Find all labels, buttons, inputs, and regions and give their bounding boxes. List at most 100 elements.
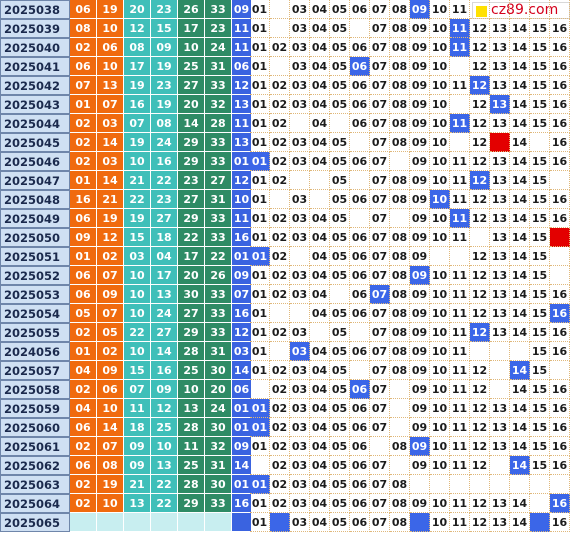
red-ball: 19: [151, 57, 178, 76]
trend-number: [450, 247, 470, 266]
trend-number: 05: [330, 19, 350, 38]
trend-number: 14: [510, 513, 530, 532]
trend-number: 08: [390, 266, 410, 285]
trend-number: 07: [370, 380, 390, 399]
trend-number: 06: [350, 190, 370, 209]
red-ball: 07: [97, 304, 124, 323]
blue-ball: 12: [232, 323, 252, 342]
trend-number: 09: [410, 323, 430, 342]
trend-number: 10: [430, 361, 450, 380]
trend-number-highlight: 14: [510, 361, 530, 380]
trend-number: 06: [350, 152, 370, 171]
red-ball: 06: [70, 57, 97, 76]
trend-number: 10: [430, 456, 450, 475]
red-ball: 10: [97, 19, 124, 38]
trend-number: 10: [430, 399, 450, 418]
trend-number: 08: [390, 323, 410, 342]
trend-number: 10: [430, 323, 450, 342]
trend-number: 12: [470, 133, 490, 152]
trend-number: 16: [550, 95, 570, 114]
trend-number: 04: [310, 399, 330, 418]
red-ball: 20: [205, 380, 232, 399]
trend-number: 01: [250, 38, 270, 57]
red-ball: [70, 513, 97, 532]
trend-marker-red: [550, 228, 570, 247]
trend-number: 01: [250, 437, 270, 456]
red-ball: 14: [97, 133, 124, 152]
trend-number: [550, 247, 570, 266]
trend-number: 02: [270, 247, 290, 266]
trend-number: 14: [510, 171, 530, 190]
trend-number: 10: [430, 513, 450, 532]
trend-number: 09: [410, 247, 430, 266]
red-ball: 05: [70, 304, 97, 323]
trend-number: 10: [430, 95, 450, 114]
trend-number: 11: [450, 190, 470, 209]
trend-number: 02: [270, 228, 290, 247]
trend-number: [390, 418, 410, 437]
trend-number: 11: [450, 437, 470, 456]
trend-number: 01: [250, 114, 270, 133]
red-ball: 04: [70, 399, 97, 418]
trend-number: 07: [370, 304, 390, 323]
issue-number: 2025054: [0, 304, 70, 323]
trend-number: [270, 57, 290, 76]
trend-number: 13: [490, 285, 510, 304]
red-ball: 16: [70, 190, 97, 209]
trend-number: 12: [470, 190, 490, 209]
red-ball: 29: [178, 494, 205, 513]
red-ball: 23: [178, 171, 205, 190]
trend-number: 14: [510, 76, 530, 95]
blue-ball: 01: [232, 399, 252, 418]
blue-ball: 03: [232, 342, 252, 361]
trend-number: 05: [330, 133, 350, 152]
trend-number: 11: [450, 342, 470, 361]
trend-number: 03: [290, 437, 310, 456]
trend-number-highlight: [410, 513, 430, 532]
blue-ball: 09: [232, 437, 252, 456]
trend-number: [450, 133, 470, 152]
trend-number: 07: [370, 456, 390, 475]
red-ball: 27: [178, 76, 205, 95]
trend-number: 05: [330, 361, 350, 380]
trend-number: 08: [390, 494, 410, 513]
red-ball: 31: [205, 190, 232, 209]
trend-number: 04: [310, 494, 330, 513]
trend-number: 11: [450, 228, 470, 247]
trend-number: 01: [250, 323, 270, 342]
trend-number: 14: [510, 304, 530, 323]
issue-number: 2025055: [0, 323, 70, 342]
trend-number: [270, 0, 290, 19]
red-ball: 23: [151, 190, 178, 209]
red-ball: 01: [70, 171, 97, 190]
trend-number: 07: [370, 418, 390, 437]
trend-number: 12: [470, 399, 490, 418]
blue-ball: 01: [232, 418, 252, 437]
trend-number: [310, 171, 330, 190]
trend-number: 07: [370, 76, 390, 95]
trend-number-highlight: 16: [550, 494, 570, 513]
trend-number: 06: [350, 95, 370, 114]
trend-number: 02: [270, 76, 290, 95]
red-ball: 33: [205, 323, 232, 342]
red-ball: 10: [124, 342, 151, 361]
trend-number: 05: [330, 418, 350, 437]
red-ball: 23: [151, 76, 178, 95]
blue-ball: 14: [232, 456, 252, 475]
trend-number-highlight: [530, 513, 550, 532]
red-ball: 13: [97, 76, 124, 95]
trend-number: 10: [430, 171, 450, 190]
red-ball: 27: [178, 304, 205, 323]
trend-number: 07: [370, 323, 390, 342]
trend-number: 16: [550, 76, 570, 95]
trend-number: 06: [350, 304, 370, 323]
red-ball: 22: [151, 171, 178, 190]
trend-number: 03: [290, 285, 310, 304]
trend-number: 03: [290, 513, 310, 532]
trend-number: 12: [470, 247, 490, 266]
trend-number: 06: [350, 494, 370, 513]
trend-number-highlight: 11: [450, 38, 470, 57]
trend-number: 11: [450, 285, 470, 304]
issue-number: 2025050: [0, 228, 70, 247]
trend-number: 10: [430, 0, 450, 19]
